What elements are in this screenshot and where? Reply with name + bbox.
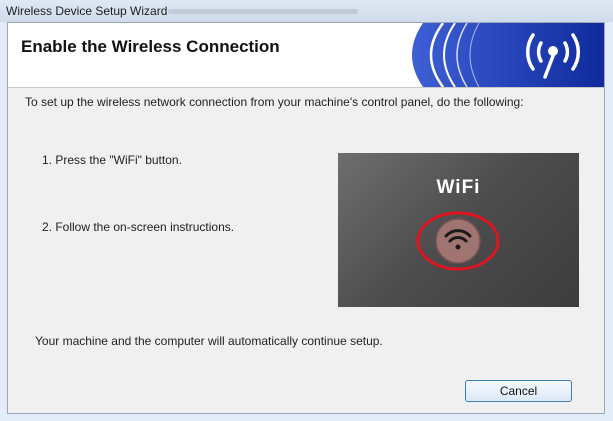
- step-2: 2. Follow the on-screen instructions.: [42, 220, 235, 234]
- wifi-button-illustration: [416, 211, 500, 271]
- cancel-button[interactable]: Cancel: [465, 380, 572, 402]
- wifi-button: [435, 218, 481, 264]
- wireless-antenna-icon: [412, 23, 604, 87]
- window-title: Wireless Device Setup Wizard: [6, 4, 168, 18]
- dialog-body: Enable the Wireless Connection To set up…: [7, 22, 605, 414]
- title-blur: [168, 9, 358, 14]
- header: Enable the Wireless Connection: [8, 23, 604, 88]
- brand-banner: [383, 23, 604, 87]
- intro-text: To set up the wireless network connectio…: [25, 95, 524, 109]
- step-1: 1. Press the "WiFi" button.: [42, 153, 182, 167]
- wizard-window: Wireless Device Setup Wizard Enable the …: [0, 0, 613, 421]
- page-title: Enable the Wireless Connection: [21, 37, 280, 56]
- title-bar[interactable]: Wireless Device Setup Wizard: [0, 0, 613, 22]
- footer-text: Your machine and the computer will autom…: [35, 334, 383, 348]
- control-panel-image: WiFi: [338, 153, 579, 307]
